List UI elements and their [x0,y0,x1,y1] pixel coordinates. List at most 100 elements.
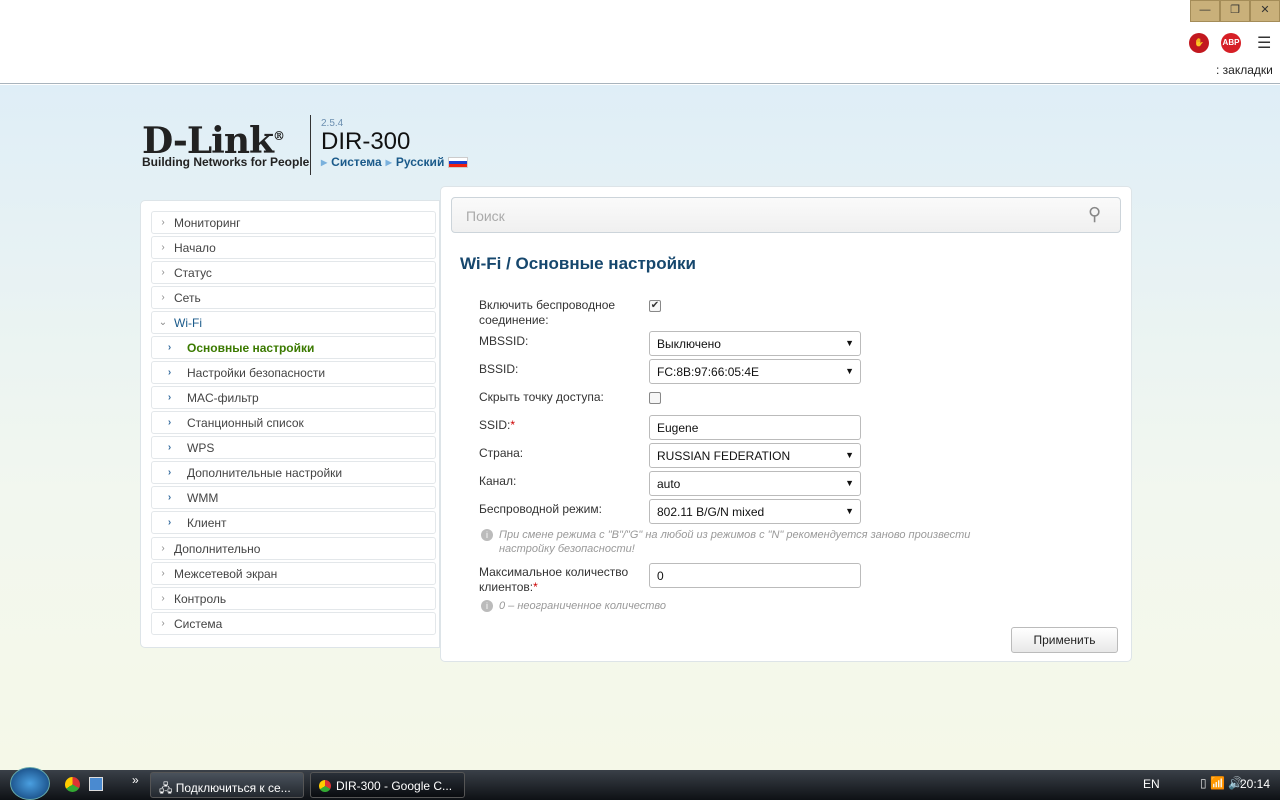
minimize-button[interactable]: — [1190,0,1220,22]
chevron-right-icon: › [167,517,172,528]
tray-icons[interactable]: ▯ 📶 🔊 [1200,776,1243,790]
chevron-right-icon: › [161,267,165,278]
quicklaunch-overflow[interactable]: » [132,773,139,787]
chevron-right-icon: › [161,568,165,579]
sidebar-item[interactable]: › Сеть [151,286,436,309]
mbssid-select[interactable]: Выключено [649,331,861,356]
sidebar-item[interactable]: › Дополнительно [151,537,436,560]
sidebar-item-label: MAC-фильтр [187,390,259,405]
hide-ap-label: Скрыть точку доступа: [479,390,604,404]
sidebar-item[interactable]: › Станционный список [151,411,436,434]
apply-button[interactable]: Применить [1011,627,1118,653]
sidebar-item-label: Сеть [174,290,201,305]
chevron-right-icon: › [167,342,172,353]
chevron-right-icon: › [161,242,165,253]
max-clients-hint: i0 – неограниченное количество [481,599,666,613]
network-icon: 🖧 [159,781,176,795]
system-link[interactable]: Система [331,155,382,169]
start-button[interactable] [10,767,50,800]
country-label: Страна: [479,446,524,460]
sidebar-item[interactable]: › WPS [151,436,436,459]
sidebar-item-label: Мониторинг [174,215,241,230]
info-icon: i [481,600,493,612]
channel-label: Канал: [479,474,517,488]
sidebar-item[interactable]: › WMM [151,486,436,509]
chevron-right-icon: › [161,618,165,629]
country-select[interactable]: RUSSIAN FEDERATION [649,443,861,468]
max-clients-input[interactable]: 0 [649,563,861,588]
network-quicklaunch-icon[interactable] [89,777,103,791]
sidebar-item[interactable]: › Межсетевой экран [151,562,436,585]
sidebar-item-label: Статус [174,265,212,280]
sidebar-item-label: Основные настройки [187,340,315,355]
ssid-input[interactable]: Eugene [649,415,861,440]
info-icon: i [481,529,493,541]
sidebar-item-label: Дополнительные настройки [187,465,343,480]
mode-label: Беспроводной режим: [479,502,602,516]
restore-button[interactable]: ❐ [1220,0,1250,22]
search-icon[interactable]: ⚲ [1088,204,1101,225]
sidebar-item[interactable]: ⌄ Wi-Fi [151,311,436,334]
sidebar-item-label: Дополнительно [174,541,261,556]
arrow-icon: ▶ [321,157,328,167]
sidebar-item[interactable]: › Начало [151,236,436,259]
browser-toolbar [0,0,1280,84]
page-title: Wi-Fi / Основные настройки [460,254,696,273]
sidebar-item[interactable]: › Дополнительные настройки [151,461,436,484]
menu-icon[interactable]: ☰ [1257,33,1271,53]
max-clients-label: Максимальное количество клиентов:* [479,565,629,594]
sidebar-item[interactable]: › Основные настройки [151,336,436,359]
taskbar-item-chrome[interactable]: DIR-300 - Google C... [310,772,465,798]
language-link[interactable]: Русский [396,155,445,169]
bssid-select[interactable]: FC:8B:97:66:05:4E [649,359,861,384]
sidebar-item-label: WMM [187,490,219,505]
sidebar-item[interactable]: › MAC-фильтр [151,386,436,409]
bssid-label: BSSID: [479,362,519,376]
chrome-quicklaunch-icon[interactable] [65,777,80,792]
enable-wireless-label: Включить беспроводное соединение: [479,298,616,327]
header-links: ▶ Система ▶ Русский [321,155,469,169]
sidebar-item-label: Клиент [187,515,227,530]
chevron-right-icon: › [167,367,172,378]
sidebar-item[interactable]: › Система [151,612,436,635]
russian-flag-icon [448,156,469,168]
sidebar-item[interactable]: › Мониторинг [151,211,436,234]
enable-wireless-checkbox[interactable]: ✔ [649,300,661,312]
sidebar-item[interactable]: › Контроль [151,587,436,610]
sidebar-item[interactable]: › Клиент [151,511,436,534]
chevron-right-icon: › [167,392,172,403]
sidebar-item-label: Система [174,616,223,631]
header-divider [310,115,311,175]
chevron-down-icon: ⌄ [158,317,168,328]
chevron-right-icon: › [161,292,165,303]
sidebar-item-label: Межсетевой экран [174,566,278,581]
sidebar-item-label: Настройки безопасности [187,365,326,380]
chrome-icon [319,780,331,792]
mode-select[interactable]: 802.11 B/G/N mixed [649,499,861,524]
channel-select[interactable]: auto [649,471,861,496]
bookmarks-link[interactable]: : закладки [1216,63,1273,77]
chevron-right-icon: › [167,442,172,453]
abp-extension-icon[interactable]: ABP [1221,33,1241,53]
sidebar-item[interactable]: › Настройки безопасности [151,361,436,384]
chevron-right-icon: › [167,467,172,478]
close-button[interactable]: ✕ [1250,0,1280,22]
sidebar-item-label: Станционный список [187,415,304,430]
sidebar-item-label: Wi-Fi [174,315,202,330]
chevron-right-icon: › [161,593,165,604]
chevron-right-icon: › [167,417,172,428]
search-input[interactable]: Поиск [451,197,1121,233]
chevron-right-icon: › [167,492,172,503]
stop-extension-icon[interactable]: ✋ [1189,33,1209,53]
chevron-right-icon: › [161,217,165,228]
sidebar-item-label: Начало [174,240,216,255]
taskbar-item-connect[interactable]: 🖧 Подключиться к се... [150,772,304,798]
sidebar-item-label: Контроль [174,591,227,606]
ssid-label: SSID:* [479,418,516,432]
mbssid-label: MBSSID: [479,334,529,348]
sidebar-item[interactable]: › Статус [151,261,436,284]
language-indicator[interactable]: EN [1143,777,1160,791]
model-name: DIR-300 [321,128,411,155]
hide-ap-checkbox[interactable] [649,392,661,404]
clock[interactable]: 20:14 [1240,777,1270,791]
